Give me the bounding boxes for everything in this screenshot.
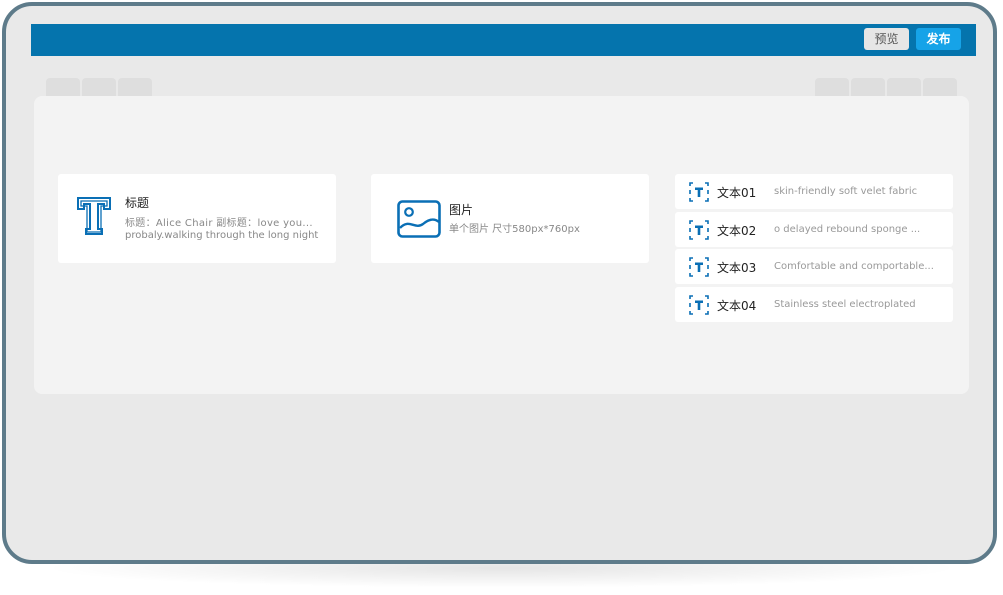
text-item-02[interactable]: 文本02 o delayed rebound sponge ... — [675, 212, 953, 247]
text-item-label: 文本02 — [717, 224, 757, 238]
tab-placeholder-3[interactable] — [118, 78, 152, 98]
text-item-description: skin-friendly soft velet fabric — [774, 186, 918, 197]
image-icon — [397, 200, 441, 242]
text-title-icon — [76, 196, 112, 240]
text-item-label: 文本03 — [717, 261, 757, 275]
text-box-icon — [689, 220, 709, 244]
tab-placeholder-5[interactable] — [851, 78, 885, 98]
text-box-icon — [689, 257, 709, 281]
text-item-03[interactable]: 文本03 Comfortable and comportable... — [675, 249, 953, 284]
tab-placeholder-4[interactable] — [815, 78, 849, 98]
text-item-description: o delayed rebound sponge ... — [774, 224, 921, 235]
top-toolbar: 预览 发布 — [31, 24, 976, 56]
text-item-04[interactable]: 文本04 Stainless steel electroplated — [675, 287, 953, 322]
image-card-heading: 图片 — [449, 203, 474, 217]
title-component-card[interactable]: 标题 标题：Alice Chair 副标题：love you... probal… — [58, 174, 336, 263]
image-card-subtitle: 单个图片 尺寸580px*760px — [449, 224, 580, 235]
text-box-icon — [689, 295, 709, 319]
tab-placeholder-7[interactable] — [923, 78, 957, 98]
publish-button[interactable]: 发布 — [916, 28, 961, 50]
device-frame: 预览 发布 标题 标题：Alice Chair 副标题：love you... … — [2, 2, 997, 564]
title-card-heading: 标题 — [125, 196, 150, 210]
preview-button[interactable]: 预览 — [864, 28, 909, 50]
tab-placeholder-1[interactable] — [46, 78, 80, 98]
image-component-card[interactable]: 图片 单个图片 尺寸580px*760px — [371, 174, 649, 263]
text-item-description: Stainless steel electroplated — [774, 299, 916, 310]
title-card-subtitle-2: probaly.walking through the long night — [125, 230, 319, 241]
text-item-01[interactable]: 文本01 skin-friendly soft velet fabric — [675, 174, 953, 209]
tab-placeholder-2[interactable] — [82, 78, 116, 98]
text-box-icon — [689, 182, 709, 206]
text-item-label: 文本01 — [717, 186, 757, 200]
tab-placeholder-6[interactable] — [887, 78, 921, 98]
text-item-label: 文本04 — [717, 299, 757, 313]
title-card-subtitle: 标题：Alice Chair 副标题：love you... — [125, 218, 313, 229]
text-item-description: Comfortable and comportable... — [774, 261, 934, 272]
editor-canvas: 标题 标题：Alice Chair 副标题：love you... probal… — [34, 96, 969, 394]
